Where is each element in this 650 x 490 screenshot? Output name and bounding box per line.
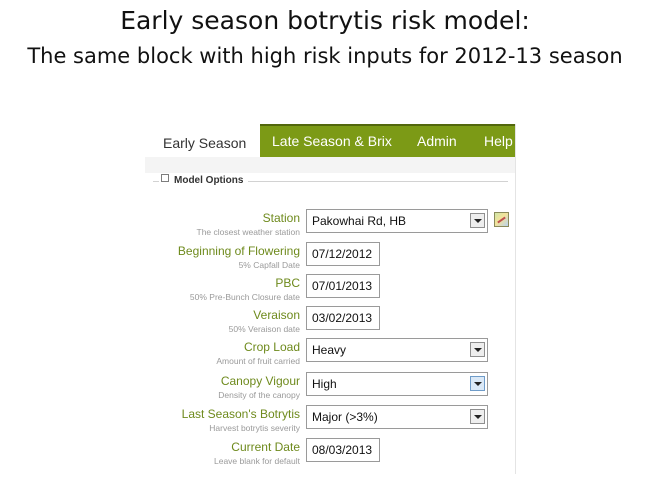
pbc-date-input[interactable]: 07/01/2013 xyxy=(306,274,380,298)
map-icon[interactable] xyxy=(494,212,509,227)
crop-load-hint: Amount of fruit carried xyxy=(216,356,300,366)
current-date-label: Current Date xyxy=(231,440,300,454)
flowering-date-input[interactable]: 07/12/2012 xyxy=(306,242,380,266)
botrytis-select[interactable]: Major (>3%) xyxy=(306,405,488,429)
canopy-vigour-select[interactable]: High xyxy=(306,372,488,396)
pbc-hint: 50% Pre-Bunch Closure date xyxy=(189,292,300,302)
field-beginning-of-flowering: Beginning of Flowering 5% Capfall Date 0… xyxy=(153,242,508,274)
model-options-legend: Model Options xyxy=(159,174,249,186)
tab-early-season[interactable]: Early Season xyxy=(145,124,260,157)
collapse-toggle-icon[interactable] xyxy=(161,174,169,182)
canopy-vigour-hint: Density of the canopy xyxy=(218,390,300,400)
chevron-down-icon[interactable] xyxy=(470,213,485,228)
field-station: Station The closest weather station Pako… xyxy=(153,209,509,241)
field-veraison: Veraison 50% Veraison date 03/02/2013 xyxy=(153,306,508,338)
model-options-title: Model Options xyxy=(174,175,244,186)
field-canopy-vigour: Canopy Vigour Density of the canopy High xyxy=(153,372,508,404)
slide-subtitle: The same block with high risk inputs for… xyxy=(27,44,623,68)
botrytis-label: Last Season's Botrytis xyxy=(181,407,300,421)
field-crop-load: Crop Load Amount of fruit carried Heavy xyxy=(153,338,508,370)
current-date-input[interactable]: 08/03/2013 xyxy=(306,438,380,462)
veraison-hint: 50% Veraison date xyxy=(228,324,300,334)
crop-load-select[interactable]: Heavy xyxy=(306,338,488,362)
tab-late-season-brix[interactable]: Late Season & Brix xyxy=(272,126,392,157)
botrytis-value: Major (>3%) xyxy=(312,410,378,424)
crop-load-value: Heavy xyxy=(312,343,347,357)
main-nav: Early Season Late Season & Brix Admin He… xyxy=(145,124,515,157)
station-value: Pakowhai Rd, HB xyxy=(312,214,407,228)
chevron-down-icon[interactable] xyxy=(470,376,485,391)
station-label: Station xyxy=(262,211,300,225)
sub-header-bar xyxy=(145,157,515,173)
flowering-label: Beginning of Flowering xyxy=(177,244,300,258)
current-date-hint: Leave blank for default xyxy=(213,456,300,466)
field-current-date: Current Date Leave blank for default 08/… xyxy=(153,438,508,470)
crop-load-label: Crop Load xyxy=(243,340,300,354)
chevron-down-icon[interactable] xyxy=(470,342,485,357)
slide-title: Early season botrytis risk model: xyxy=(120,6,530,35)
field-pbc: PBC 50% Pre-Bunch Closure date 07/01/201… xyxy=(153,274,508,306)
field-last-season-botrytis: Last Season's Botrytis Harvest botrytis … xyxy=(153,405,508,437)
canopy-vigour-label: Canopy Vigour xyxy=(220,374,300,388)
app-window: Early Season Late Season & Brix Admin He… xyxy=(145,124,516,474)
station-hint: The closest weather station xyxy=(196,227,300,237)
tab-help[interactable]: Help xyxy=(484,126,513,157)
model-options-panel: Model Options Station The closest weathe… xyxy=(153,174,509,474)
canopy-vigour-value: High xyxy=(312,377,337,391)
tab-admin[interactable]: Admin xyxy=(417,126,457,157)
station-select[interactable]: Pakowhai Rd, HB xyxy=(306,209,488,233)
veraison-date-input[interactable]: 03/02/2013 xyxy=(306,306,380,330)
pbc-label: PBC xyxy=(275,276,300,290)
flowering-hint: 5% Capfall Date xyxy=(238,260,300,270)
chevron-down-icon[interactable] xyxy=(470,409,485,424)
botrytis-hint: Harvest botrytis severity xyxy=(209,423,300,433)
veraison-label: Veraison xyxy=(253,308,300,322)
